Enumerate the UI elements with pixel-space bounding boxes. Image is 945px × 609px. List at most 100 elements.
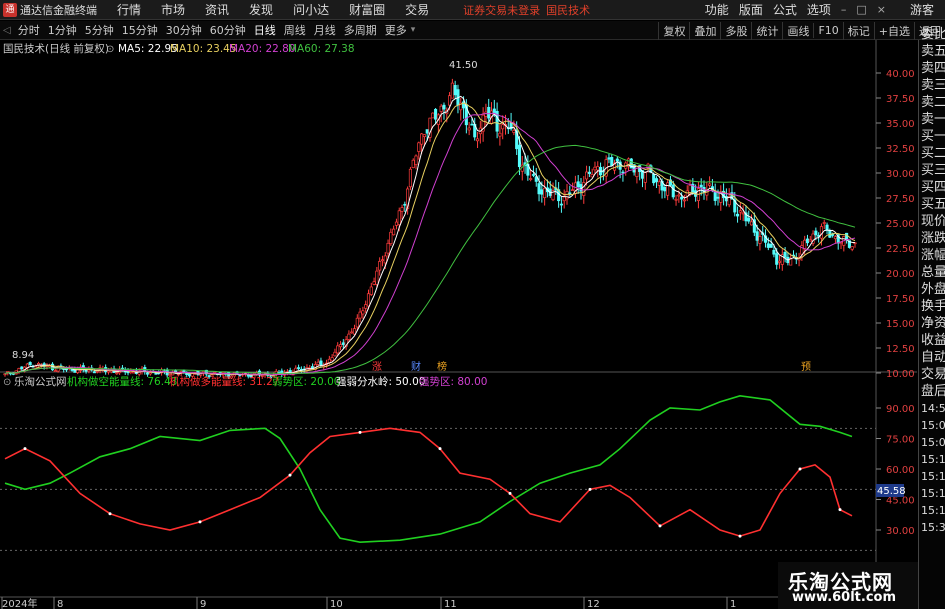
quote-sidebar: 委比 卖五 卖四 卖三 卖二 卖一 买一 买二 买三 买四 买五 现价 涨跌 涨幅 总量 外盘 换手 净资 收益 自动… xyxy=(918,27,945,609)
candle-body xyxy=(422,134,426,137)
time-tick-label: 11 xyxy=(444,599,457,609)
candle-body xyxy=(115,372,119,375)
candle-body xyxy=(106,370,111,373)
period-tab-daily[interactable]: 日线 xyxy=(250,22,280,38)
signal-dot xyxy=(108,512,112,516)
candle-body xyxy=(682,199,686,202)
candle-body xyxy=(716,196,720,199)
strong-zone-legend: 强势区: 80.00 xyxy=(419,375,487,388)
sidebar-item: 收益 xyxy=(921,333,945,348)
candle-body xyxy=(783,251,787,258)
event-mark-forecast[interactable]: 预 xyxy=(801,361,811,373)
more-dropdown-icon[interactable]: ▾ xyxy=(411,25,416,35)
menu-item-wealth[interactable]: 财富圈 xyxy=(339,1,395,18)
menu-item-functions[interactable]: 功能 xyxy=(700,1,734,18)
candle-body xyxy=(95,370,99,373)
event-mark-limit-up[interactable]: 涨 xyxy=(372,361,382,373)
candle-body xyxy=(831,234,835,236)
signal-dot xyxy=(738,534,742,538)
statistics-button[interactable]: 统计 xyxy=(751,21,782,40)
period-tab-15min[interactable]: 15分钟 xyxy=(118,22,162,38)
signal-dot xyxy=(588,487,592,491)
high-price-label: 41.50 xyxy=(449,60,478,71)
period-tab-intraday[interactable]: 分时 xyxy=(14,22,44,38)
candle-body xyxy=(850,246,854,250)
candle-body xyxy=(467,127,471,131)
maximize-icon[interactable]: □ xyxy=(851,3,871,16)
period-tab-1min[interactable]: 1分钟 xyxy=(44,22,81,38)
current-stock-name: 国民技术 xyxy=(546,3,591,17)
period-tab-multi[interactable]: 多周期 xyxy=(340,22,381,38)
candle-body xyxy=(755,231,759,241)
period-tab-weekly[interactable]: 周线 xyxy=(280,22,310,38)
draw-line-button[interactable]: 画线 xyxy=(782,21,813,40)
menu-item-discover[interactable]: 发现 xyxy=(239,1,283,18)
overlay-button[interactable]: 叠加 xyxy=(689,21,720,40)
menu-item-formula[interactable]: 公式 xyxy=(768,1,802,18)
candle-body xyxy=(635,167,639,177)
indicator-lines xyxy=(4,394,853,544)
menu-item-quotes[interactable]: 行情 xyxy=(107,1,151,18)
candle-body xyxy=(747,217,751,222)
candle-body xyxy=(663,187,667,192)
price-tick-label: 17.50 xyxy=(886,294,915,305)
sidebar-item[interactable]: 盘后 xyxy=(919,383,945,400)
sidebar-item: 15:13 xyxy=(921,470,945,483)
menu-item-ask[interactable]: 问小达 xyxy=(283,1,339,18)
f10-button[interactable]: F10 xyxy=(813,23,842,38)
multi-stock-button[interactable]: 多股 xyxy=(720,21,751,40)
mark-button[interactable]: 标记 xyxy=(842,21,874,40)
candle-body xyxy=(333,351,337,357)
candle-body xyxy=(772,249,776,255)
ma10-legend: MA10: 23.45 xyxy=(170,43,237,55)
candle-body xyxy=(400,207,404,212)
sidebar-item: 15:15 xyxy=(921,504,945,517)
chart-canvas[interactable]: 国民技术(日线 前复权) ⊙ MA5: 22.95 MA10: 23.45 MA… xyxy=(0,40,918,609)
collapse-icon[interactable]: ◁ xyxy=(0,25,14,36)
menu-item-layout[interactable]: 版面 xyxy=(734,1,768,18)
signal-dot xyxy=(23,447,27,451)
sidebar-item[interactable]: 自动 xyxy=(919,349,945,366)
minimize-icon[interactable]: – xyxy=(836,3,852,16)
candle-body xyxy=(475,138,480,142)
candle-body xyxy=(375,270,379,285)
price-tick-label: 27.50 xyxy=(886,194,915,205)
candle-body xyxy=(92,371,97,374)
guest-label[interactable]: 游客 xyxy=(905,1,939,18)
signal-dot xyxy=(198,520,202,524)
short-energy-legend: 机构做空能量线: 76.43 xyxy=(67,375,177,388)
sidebar-item: 卖五 xyxy=(921,44,945,59)
period-tab-30min[interactable]: 30分钟 xyxy=(162,22,206,38)
period-tab-more[interactable]: 更多 xyxy=(381,22,411,38)
menu-item-news[interactable]: 资讯 xyxy=(195,1,239,18)
login-notice[interactable]: 证券交易未登录 xyxy=(463,2,540,18)
candle-body xyxy=(330,357,334,362)
candle-body xyxy=(652,173,656,184)
period-tab-5min[interactable]: 5分钟 xyxy=(81,22,118,38)
indicator-tick-label: 60.00 xyxy=(886,465,915,476)
watermark: 乐淘公式网 www.60lt.com xyxy=(778,562,918,609)
legend-toggle-icon[interactable]: ⊙ xyxy=(106,44,114,55)
adjust-button[interactable]: 复权 xyxy=(658,21,689,40)
time-tick-label: 9 xyxy=(200,599,206,609)
event-mark-finance[interactable]: 财 xyxy=(411,360,421,373)
close-icon[interactable]: × xyxy=(872,3,891,16)
menu-item-trade[interactable]: 交易 xyxy=(395,1,439,18)
candle-body xyxy=(327,358,331,364)
period-tab-monthly[interactable]: 月线 xyxy=(310,22,340,38)
candle-body xyxy=(680,196,684,200)
sidebar-item[interactable]: 交易 xyxy=(919,366,945,383)
menu-item-options[interactable]: 选项 xyxy=(802,1,836,18)
indicator-toggle-icon[interactable]: ⊙ xyxy=(3,377,11,388)
price-tick-label: 25.00 xyxy=(886,219,915,230)
period-tab-60min[interactable]: 60分钟 xyxy=(206,22,250,38)
candle-body xyxy=(53,370,57,372)
long-energy-legend: 机构做多能量线: 31.27 xyxy=(169,375,279,388)
add-favorite-button[interactable]: +自选 xyxy=(873,21,914,40)
menu-item-market[interactable]: 市场 xyxy=(151,1,195,18)
indicator-tick-label: 45.00 xyxy=(886,496,915,507)
candle-body xyxy=(565,191,569,200)
indicator-name: 乐淘公式网 xyxy=(14,375,67,388)
candle-body xyxy=(431,112,435,119)
event-mark-ranking[interactable]: 榜 xyxy=(437,360,447,373)
